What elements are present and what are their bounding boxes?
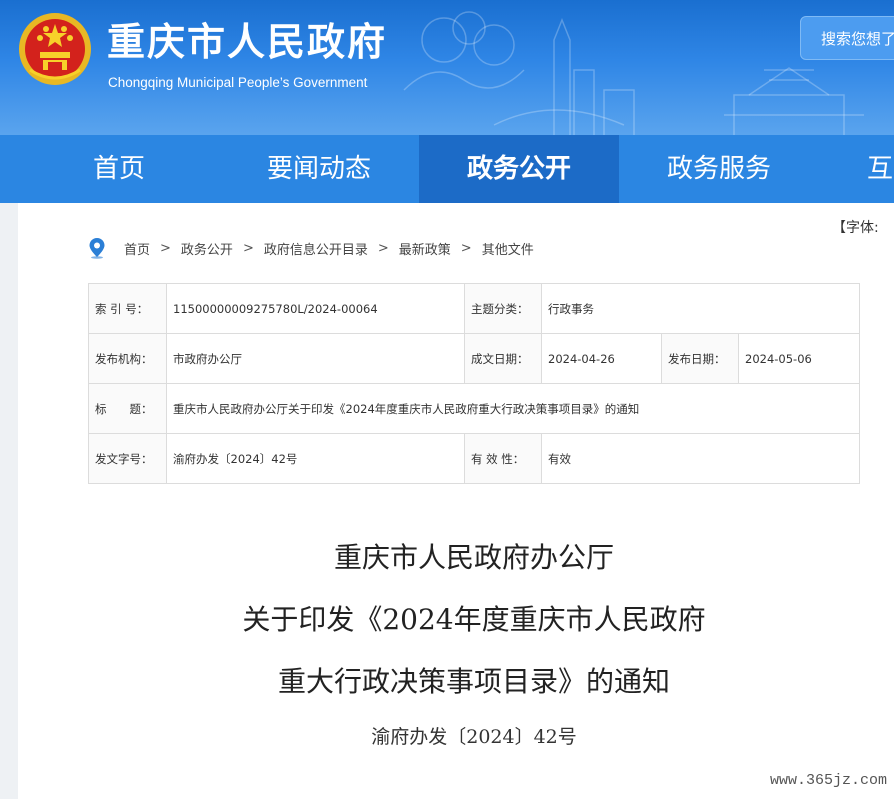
document-title-line-3: 重大行政决策事项目录》的通知 — [277, 665, 670, 698]
index-value: 11500000009275780L/2024-00064 — [166, 283, 465, 334]
table-row: 发文字号： 渝府办发〔2024〕42号 有 效 性： 有效 — [88, 433, 861, 484]
search-input[interactable]: 搜索您想了 — [800, 16, 894, 60]
validity-label: 有 效 性： — [464, 433, 542, 484]
site-title: 重庆市人民政府 — [107, 20, 388, 64]
site-subtitle: Chongqing Municipal People’s Government — [108, 75, 368, 90]
nav-home[interactable]: 首页 — [19, 135, 219, 203]
breadcrumb-separator: > — [460, 240, 472, 256]
document-number: 渝府办发〔2024〕42号 — [371, 726, 577, 748]
table-row: 发布机构： 市政府办公厅 成文日期： 2024-04-26 发布日期： 2024… — [88, 333, 861, 384]
title-value: 重庆市人民政府办公厅关于印发《2024年度重庆市人民政府重大行政决策事项目录》的… — [165, 383, 861, 434]
published-date-label: 发布日期： — [661, 333, 739, 384]
breadcrumb: 首页 > 政务公开 > 政府信息公开目录 > 最新政策 > 其他文件 — [88, 236, 534, 260]
location-pin-icon — [89, 238, 105, 259]
nav-interaction[interactable]: 互 — [819, 135, 894, 203]
document-info-table: 索 引 号： 11500000009275780L/2024-00064 主题分… — [88, 283, 861, 484]
breadcrumb-separator: > — [242, 240, 254, 256]
topic-label: 主题分类： — [464, 283, 542, 334]
main-nav: 首页 要闻动态 政务公开 政务服务 互 — [0, 135, 894, 203]
document-title-line-2: 关于印发《2024年度重庆市人民政府 — [242, 603, 706, 636]
issuer-label: 发布机构： — [88, 333, 167, 384]
published-date-value: 2024-05-06 — [737, 333, 861, 384]
title-label: 标 题： — [88, 383, 167, 434]
document-title-line-1: 重庆市人民政府办公厅 — [333, 541, 614, 574]
nav-news[interactable]: 要闻动态 — [219, 135, 419, 203]
table-row: 标 题： 重庆市人民政府办公厅关于印发《2024年度重庆市人民政府重大行政决策事… — [88, 383, 861, 434]
validity-value: 有效 — [540, 433, 861, 484]
watermark: www.365jz.com — [770, 772, 888, 789]
site-header: 重庆市人民政府 Chongqing Municipal People’s Gov… — [0, 0, 894, 135]
written-date-label: 成文日期： — [464, 333, 542, 384]
table-row: 索 引 号： 11500000009275780L/2024-00064 主题分… — [88, 283, 861, 334]
breadcrumb-latest-policy[interactable]: 最新政策 — [399, 239, 451, 258]
national-emblem-logo — [19, 13, 91, 85]
font-size-control[interactable]: 【字体: — [832, 217, 879, 237]
doc-number-value: 渝府办发〔2024〕42号 — [166, 433, 465, 484]
nav-gov-affairs-open[interactable]: 政务公开 — [419, 135, 619, 203]
written-date-value: 2024-04-26 — [541, 333, 662, 384]
breadcrumb-separator: > — [377, 240, 389, 256]
index-label: 索 引 号： — [88, 283, 167, 334]
issuer-value: 市政府办公厅 — [166, 333, 465, 384]
breadcrumb-gov-affairs[interactable]: 政务公开 — [181, 239, 233, 258]
nav-gov-services[interactable]: 政务服务 — [619, 135, 819, 203]
page-side-margin — [0, 203, 18, 799]
breadcrumb-home[interactable]: 首页 — [124, 239, 150, 258]
breadcrumb-info-catalog[interactable]: 政府信息公开目录 — [264, 239, 368, 258]
topic-value: 行政事务 — [540, 283, 861, 334]
breadcrumb-other-docs[interactable]: 其他文件 — [482, 239, 534, 258]
breadcrumb-separator: > — [160, 240, 171, 256]
doc-number-label: 发文字号： — [88, 433, 167, 484]
